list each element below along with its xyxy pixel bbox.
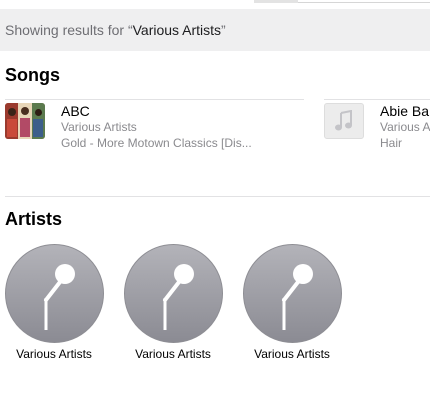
songs-divider-left bbox=[5, 99, 304, 100]
microphone-glyph bbox=[44, 263, 75, 330]
songs-divider-right bbox=[324, 99, 430, 100]
microphone-icon bbox=[242, 244, 342, 343]
music-note-glyph bbox=[335, 110, 352, 131]
microphone-icon bbox=[4, 244, 104, 343]
song-title: ABC bbox=[61, 103, 90, 119]
song-title: Abie Ba bbox=[380, 103, 430, 119]
song-artist: Various Artists bbox=[61, 120, 137, 134]
song-item-abc[interactable]: ABC Various Artists Gold - More Motown C… bbox=[5, 103, 252, 151]
music-note-icon bbox=[324, 103, 364, 139]
results-suffix: ” bbox=[221, 22, 226, 38]
song-item-abie-baby[interactable]: Abie Ba Various A Hair bbox=[324, 103, 430, 151]
artists-divider bbox=[5, 196, 430, 197]
album-artwork bbox=[5, 103, 45, 139]
song-album: Hair bbox=[380, 136, 403, 150]
microphone-glyph bbox=[282, 263, 313, 330]
artist-item-3[interactable]: Various Artists bbox=[242, 244, 342, 361]
artist-item-1[interactable]: Various Artists bbox=[4, 244, 104, 361]
artist-item-2[interactable]: Various Artists bbox=[123, 244, 223, 361]
songs-section-title: Songs bbox=[5, 65, 61, 85]
song-artist: Various A bbox=[380, 120, 430, 134]
toolbar-segment bbox=[254, 0, 298, 3]
top-toolbar-edge bbox=[0, 0, 430, 3]
microphone-glyph bbox=[163, 263, 194, 330]
artist-name: Various Artists bbox=[16, 347, 92, 361]
artist-name: Various Artists bbox=[254, 347, 330, 361]
song-album: Gold - More Motown Classics [Dis... bbox=[61, 136, 252, 150]
artist-name: Various Artists bbox=[135, 347, 211, 361]
results-prefix: Showing results for “ bbox=[5, 22, 133, 38]
search-query: Various Artists bbox=[132, 22, 222, 38]
toolbar-divider bbox=[298, 2, 430, 3]
artists-section-title: Artists bbox=[5, 209, 63, 229]
search-results-banner: Showing results for “Various Artists” bbox=[0, 9, 430, 51]
microphone-icon bbox=[123, 244, 223, 343]
